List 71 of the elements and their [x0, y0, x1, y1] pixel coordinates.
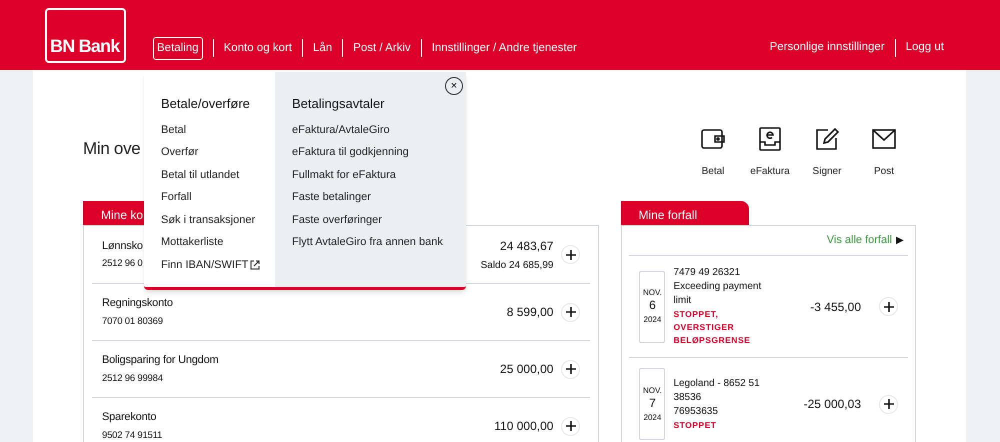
page-title: Min ove: [83, 138, 140, 160]
expand-button[interactable]: [561, 302, 580, 322]
due-amount: -3 455,00: [810, 298, 861, 316]
account-amount: 25 000,00: [500, 361, 554, 378]
menu-item[interactable]: Faste overføringer: [292, 212, 466, 229]
menu-item[interactable]: Faste betalinger: [292, 189, 466, 206]
account-number: 2512 96 0: [102, 257, 143, 272]
menu-item[interactable]: Forfall: [161, 189, 275, 206]
menu-item[interactable]: Fullmakt for eFaktura: [292, 166, 466, 184]
account-number: 9502 74 91511: [102, 428, 162, 442]
quick-action[interactable]: Betal: [693, 126, 733, 179]
status-label: STOPPET, OVERSTIGER BELØPSGRENSE: [673, 308, 752, 347]
account-amount: 8 599,00: [506, 304, 554, 321]
edit-icon: [814, 126, 840, 152]
quick-action[interactable]: Signer: [807, 126, 847, 179]
expand-button[interactable]: [561, 360, 580, 378]
account-name[interactable]: Lønnsko: [102, 238, 143, 254]
logo[interactable]: BN Bank: [45, 8, 126, 63]
plus-icon: [566, 364, 576, 374]
plus-icon: [566, 421, 576, 431]
menu-heading: Betalingsavtaler: [292, 95, 386, 113]
nav-tab[interactable]: Post / Arkiv: [353, 36, 411, 60]
arrow-icon: ▶: [896, 233, 904, 248]
menu-item[interactable]: eFaktura til godkjenning: [292, 144, 466, 162]
account-number: 7070 01 80369: [102, 314, 164, 329]
mail-icon: [871, 126, 897, 152]
header-link[interactable]: Personlige innstillinger: [770, 39, 885, 57]
quick-action[interactable]: Post: [864, 126, 904, 179]
expand-button[interactable]: [879, 297, 898, 316]
menu-item[interactable]: Betal til utlandet: [161, 166, 275, 184]
show-all-link[interactable]: Vis alle forfall: [826, 232, 892, 249]
nav-tab[interactable]: Lån: [312, 36, 332, 60]
account-balance: Saldo 24 685,99: [480, 258, 554, 272]
expand-button[interactable]: [561, 416, 580, 436]
nav-tab[interactable]: Konto og kort: [224, 36, 292, 60]
menu-item[interactable]: Betal: [161, 122, 275, 139]
menu-item[interactable]: Søk i transaksjoner: [161, 212, 275, 229]
section-tab[interactable]: Mine forfall: [621, 201, 750, 225]
date-badge: NOV. 7 2024: [639, 368, 666, 440]
menu-item[interactable]: eFaktura/AvtaleGiro: [292, 122, 466, 139]
menu-heading: Betale/overføre: [161, 95, 251, 113]
nav-tab[interactable]: Betaling: [153, 36, 203, 60]
due-amount: -25 000,03: [804, 396, 861, 413]
account-amount: 110 000,00: [494, 418, 554, 435]
due-description: 76953635: [673, 404, 719, 418]
account-amount: 24 483,67: [500, 238, 554, 254]
expand-button[interactable]: [561, 245, 580, 264]
menu-item[interactable]: Mottakerliste: [161, 234, 275, 252]
account-name[interactable]: Regningskonto: [102, 295, 173, 312]
status-label: STOPPET: [673, 418, 718, 432]
header-link[interactable]: Logg ut: [906, 39, 944, 57]
menu-item[interactable]: Overfør: [161, 144, 275, 162]
account-number: 2512 96 99984: [102, 372, 164, 386]
due-description: Legoland - 8652 51 38536: [673, 376, 761, 404]
menu-item[interactable]: Finn IBAN/SWIFT: [161, 256, 275, 274]
plus-icon: [884, 399, 894, 409]
invoice-icon: [757, 126, 783, 152]
date-badge: NOV. 6 2024: [639, 270, 666, 342]
menu-item[interactable]: Flytt AvtaleGiro fra annen bank: [292, 234, 466, 252]
wallet-icon: [700, 126, 726, 152]
nav-tab[interactable]: Innstillinger / Andre tjenester: [432, 36, 577, 60]
due-description: 7479 49 26321: [673, 266, 742, 280]
plus-icon: [566, 307, 576, 317]
due-description: Exceeding payment limit: [673, 280, 762, 308]
account-name[interactable]: Sparekonto: [102, 409, 162, 426]
quick-action[interactable]: eFaktura: [750, 126, 790, 179]
plus-icon: [884, 302, 894, 312]
expand-button[interactable]: [879, 394, 898, 414]
external-link-icon: [250, 260, 260, 270]
plus-icon: [566, 250, 576, 260]
account-name[interactable]: Boligsparing for Ungdom: [102, 352, 218, 369]
